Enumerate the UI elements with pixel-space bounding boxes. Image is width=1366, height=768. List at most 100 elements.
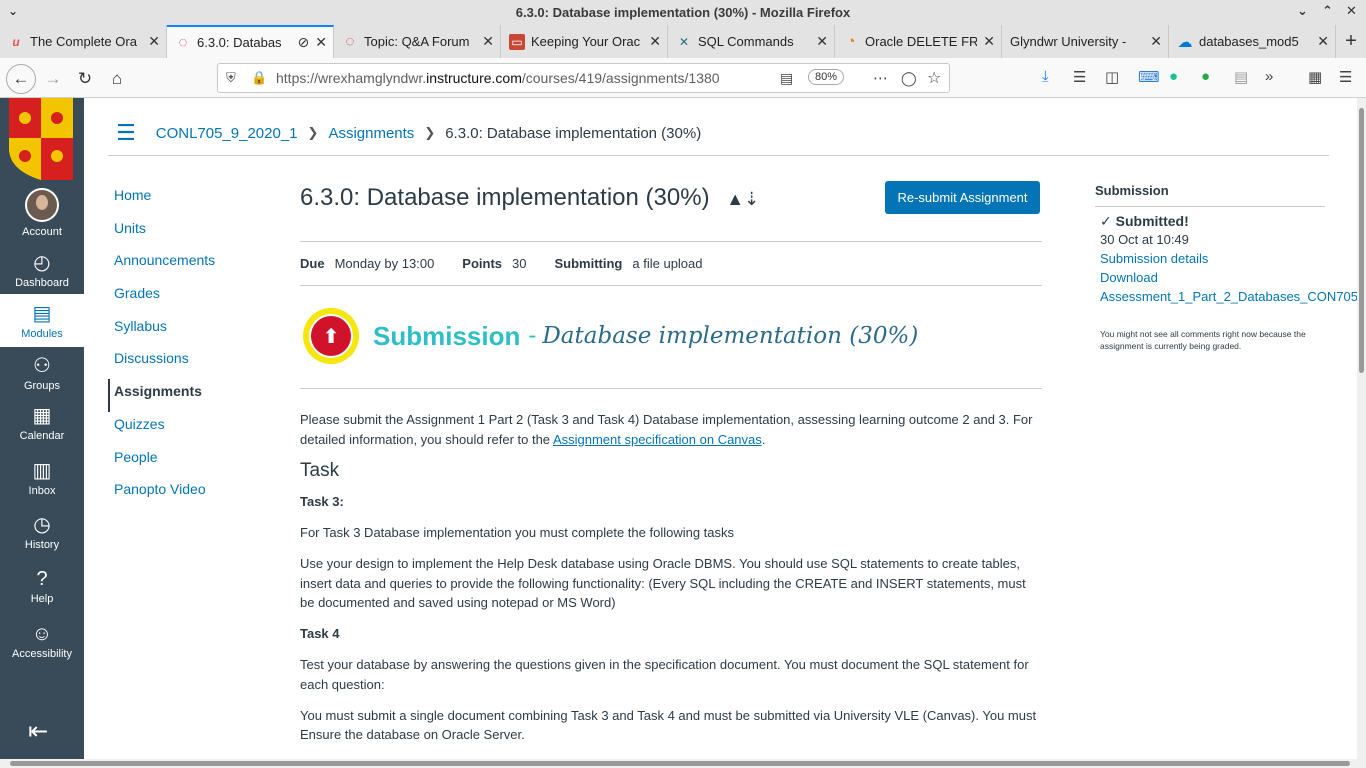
tab-database-implementation[interactable]: ◌ 6.3.0: Databas ⊘ ✕ bbox=[167, 25, 334, 58]
mute-tab-icon[interactable]: ⊘ bbox=[298, 34, 310, 51]
breadcrumb-assignments[interactable]: Assignments bbox=[328, 125, 414, 142]
course-nav-quizzes[interactable]: Quizzes bbox=[108, 412, 278, 445]
maximize-icon[interactable]: ⌃ bbox=[1322, 3, 1333, 19]
translate-icon[interactable]: ⌨ bbox=[1138, 68, 1160, 86]
intro-paragraph: Please submit the Assignment 1 Part 2 (T… bbox=[300, 412, 1033, 447]
university-logo-icon[interactable] bbox=[9, 98, 73, 180]
submission-banner: ⬆ Submission - Database implementation (… bbox=[303, 308, 918, 364]
download-link[interactable]: Download bbox=[1095, 268, 1325, 287]
overflow-icon[interactable]: » bbox=[1265, 68, 1273, 85]
close-tab-icon[interactable]: ✕ bbox=[1150, 33, 1162, 50]
close-tab-icon[interactable]: ✕ bbox=[315, 34, 327, 51]
submitted-file-link[interactable]: Assessment_1_Part_2_Databases_CON705_9 bbox=[1095, 287, 1366, 306]
url-text[interactable]: https://wrexhamglyndwr.instructure.com/c… bbox=[276, 70, 720, 86]
nav-toolbar: ← → ↻ ⌂ ⛨ 🔒 https://wrexhamglyndwr.instr… bbox=[0, 58, 1366, 98]
nav-help[interactable]: ? Help bbox=[0, 567, 84, 605]
close-tab-icon[interactable]: ✕ bbox=[649, 33, 661, 50]
hamburger-menu-icon[interactable]: ☰ bbox=[1339, 68, 1352, 86]
nav-modules[interactable]: ▤ Modules bbox=[0, 294, 84, 347]
extension-page-icon[interactable]: ▤ bbox=[1234, 68, 1248, 86]
tab-sql-commands[interactable]: ✕ SQL Commands ✕ bbox=[668, 25, 835, 58]
tab-glyndwr-university[interactable]: Glyndwr University - ✕ bbox=[1002, 25, 1169, 58]
back-icon[interactable]: ← bbox=[6, 64, 36, 94]
task3-paragraph-2: Use your design to implement the Help De… bbox=[300, 556, 1026, 610]
extensions-icon[interactable]: ▦ bbox=[1308, 68, 1322, 86]
library-icon[interactable]: ☰ bbox=[1073, 68, 1086, 86]
course-nav-assignments[interactable]: Assignments bbox=[108, 379, 278, 412]
zoom-level[interactable]: 80% bbox=[808, 69, 845, 85]
submission-type: a file upload bbox=[632, 256, 703, 271]
bookmark-star-icon[interactable]: ☆ bbox=[927, 68, 941, 88]
upload-badge-icon: ⬆ bbox=[303, 308, 359, 364]
resubmit-assignment-button[interactable]: Re-submit Assignment bbox=[885, 181, 1040, 214]
course-nav-panopto-video[interactable]: Panopto Video bbox=[108, 477, 278, 510]
assignment-spec-link[interactable]: Assignment specification on Canvas bbox=[553, 432, 762, 447]
checkmark-icon: ✓ bbox=[1100, 213, 1112, 229]
divider bbox=[300, 388, 1042, 389]
course-nav-announcements[interactable]: Announcements bbox=[108, 248, 278, 281]
sql-favicon-icon: ✕ bbox=[678, 34, 690, 49]
extension-green-icon[interactable]: ● bbox=[1201, 68, 1210, 85]
home-icon[interactable]: ⌂ bbox=[104, 66, 130, 92]
close-tab-icon[interactable]: ✕ bbox=[1317, 33, 1329, 50]
collapse-nav-icon[interactable]: ⇤ bbox=[28, 717, 48, 746]
course-nav-units[interactable]: Units bbox=[108, 216, 278, 249]
task3-paragraph-1: For Task 3 Database implementation you m… bbox=[300, 525, 735, 540]
breadcrumb-current: 6.3.0: Database implementation (30%) bbox=[445, 124, 702, 142]
horizontal-scrollbar[interactable] bbox=[0, 759, 1366, 768]
onedrive-favicon-icon: ☁ bbox=[1177, 33, 1193, 51]
course-nav-grades[interactable]: Grades bbox=[108, 281, 278, 314]
pocket-icon[interactable]: ◯ bbox=[901, 70, 917, 87]
sidebar-toggle-icon[interactable]: ◫ bbox=[1105, 68, 1119, 86]
page-actions-icon[interactable]: ⋯ bbox=[873, 69, 888, 87]
task3-heading: Task 3: bbox=[300, 494, 344, 509]
breadcrumb: ☰ CONL705_9_2020_1 ❯ Assignments ❯ 6.3.0… bbox=[108, 111, 1329, 156]
nav-accessibility[interactable]: ☺ Accessibility bbox=[0, 622, 84, 660]
tracking-shield-icon[interactable]: ⛨ bbox=[226, 70, 236, 86]
points-value: 30 bbox=[512, 256, 527, 271]
immersive-reader-icon[interactable]: ▲⇣ bbox=[726, 189, 759, 209]
chevron-right-icon: ❯ bbox=[424, 125, 436, 140]
tab-databases-mod5[interactable]: ☁ databases_mod5 ✕ bbox=[1169, 25, 1336, 58]
submission-details-link[interactable]: Submission details bbox=[1095, 249, 1325, 268]
oracle-favicon-icon: ▭ bbox=[509, 33, 525, 50]
tab-keeping-oracle[interactable]: ▭ Keeping Your Orac ✕ bbox=[501, 25, 668, 58]
close-window-icon[interactable]: ✕ bbox=[1346, 3, 1357, 19]
task4-paragraph-1: Test your database by answering the ques… bbox=[300, 657, 1029, 692]
course-navigation: Home Units Announcements Grades Syllabus… bbox=[108, 183, 278, 510]
grammarly-icon[interactable]: ● bbox=[1169, 68, 1178, 85]
nav-history[interactable]: ◷ History bbox=[0, 513, 84, 551]
tab-complete-oracle[interactable]: u The Complete Ora ✕ bbox=[0, 25, 167, 58]
nav-groups[interactable]: ⚇ Groups bbox=[0, 354, 84, 392]
nav-inbox[interactable]: ▥ Inbox bbox=[0, 459, 84, 497]
canvas-favicon-icon: ◌ bbox=[178, 34, 188, 51]
downloads-icon[interactable]: ⤓ bbox=[1042, 68, 1049, 85]
assignment-description: Please submit the Assignment 1 Part 2 (T… bbox=[300, 410, 1042, 756]
reload-icon[interactable]: ↻ bbox=[72, 66, 98, 92]
tab-oracle-delete[interactable]: ◔ Oracle DELETE FR ✕ bbox=[835, 25, 1002, 58]
course-menu-toggle-icon[interactable]: ☰ bbox=[116, 120, 136, 146]
window-menu-icon[interactable]: ⌄ bbox=[8, 4, 18, 18]
url-bar[interactable]: ⛨ 🔒 https://wrexhamglyndwr.instructure.c… bbox=[217, 63, 950, 93]
close-tab-icon[interactable]: ✕ bbox=[482, 33, 494, 50]
reader-view-icon[interactable]: ▤ bbox=[780, 70, 793, 87]
close-tab-icon[interactable]: ✕ bbox=[148, 33, 160, 50]
nav-account[interactable]: Account bbox=[0, 188, 84, 238]
lock-icon[interactable]: 🔒 bbox=[251, 70, 267, 86]
nav-dashboard[interactable]: ◴ Dashboard bbox=[0, 251, 84, 289]
minimize-icon[interactable]: ⌄ bbox=[1297, 3, 1308, 19]
new-tab-icon[interactable]: + bbox=[1336, 25, 1366, 58]
tab-qa-forum[interactable]: ◌ Topic: Q&A Forum ✕ bbox=[334, 25, 501, 58]
breadcrumb-course[interactable]: CONL705_9_2020_1 bbox=[156, 125, 298, 142]
submission-date: 30 Oct at 10:49 bbox=[1100, 232, 1189, 247]
course-nav-home[interactable]: Home bbox=[108, 183, 278, 216]
nav-calendar[interactable]: ▦ Calendar bbox=[0, 404, 84, 442]
forward-icon[interactable]: → bbox=[40, 66, 66, 92]
vertical-scrollbar[interactable] bbox=[1357, 98, 1366, 768]
course-nav-syllabus[interactable]: Syllabus bbox=[108, 314, 278, 347]
course-nav-discussions[interactable]: Discussions bbox=[108, 346, 278, 379]
page-title: 6.3.0: Database implementation (30%) ▲⇣ bbox=[300, 184, 760, 211]
close-tab-icon[interactable]: ✕ bbox=[816, 33, 828, 50]
close-tab-icon[interactable]: ✕ bbox=[983, 33, 995, 50]
course-nav-people[interactable]: People bbox=[108, 445, 278, 478]
